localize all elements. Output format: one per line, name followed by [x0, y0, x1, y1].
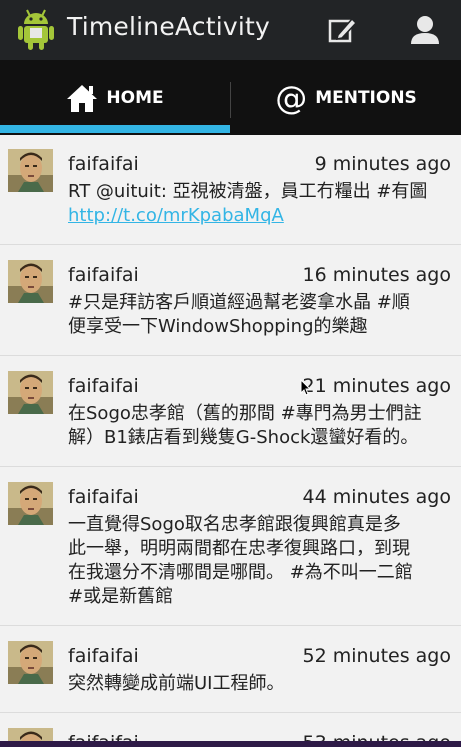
avatar: [8, 482, 53, 525]
tweet-text: RT @uituit: 亞視被清盤，員工冇糧出 #有圖 http://t.co/…: [68, 180, 461, 230]
tweet-username: faifaifai: [68, 264, 139, 286]
avatar: [8, 371, 53, 414]
tab-mentions-label: MENTIONS: [315, 87, 417, 108]
tweet-text: 一直覺得Sogo取名忠孝館跟復興館真是多 此一舉，明明兩間都在忠孝復興路口，到現…: [68, 514, 413, 607]
tweet-text-body: RT @uituit: 亞視被清盤，員工冇糧出 #有圖: [68, 181, 428, 202]
tweet-text: 突然轉變成前端UI工程師。: [68, 673, 285, 694]
at-icon: @: [275, 78, 308, 117]
tweet-row[interactable]: faifaifai 21 minutes ago 在Sogo忠孝館（舊的那間 #…: [0, 356, 461, 467]
tab-home[interactable]: HOME: [0, 60, 230, 135]
tweet-row[interactable]: faifaifai 9 minutes ago RT @uituit: 亞視被清…: [0, 135, 461, 245]
timeline-list[interactable]: faifaifai 9 minutes ago RT @uituit: 亞視被清…: [0, 135, 461, 747]
avatar: [8, 641, 53, 684]
home-icon: [66, 83, 98, 113]
tweet-username: faifaifai: [68, 375, 139, 397]
tweet-time: 44 minutes ago: [302, 486, 452, 508]
tweet-text: #只是拜訪客戶順道經過幫老婆拿水晶 #順 便享受一下WindowShopping…: [68, 292, 410, 337]
compose-icon[interactable]: [322, 10, 362, 50]
tweet-row[interactable]: faifaifai 52 minutes ago 突然轉變成前端UI工程師。: [0, 626, 461, 713]
tab-bar: HOME @ MENTIONS: [0, 60, 461, 135]
tweet-text: 在Sogo忠孝館（舊的那間 #專門為男士們註 解）B1錶店看到幾隻G-Shock…: [68, 403, 422, 448]
tweet-time: 16 minutes ago: [302, 264, 452, 286]
selected-tab-indicator: [0, 125, 230, 133]
tweet-time: 52 minutes ago: [302, 645, 452, 667]
profile-icon[interactable]: [405, 10, 445, 50]
tweet-time: 21 minutes ago: [302, 375, 452, 397]
tweet-username: faifaifai: [68, 153, 139, 175]
tweet-row[interactable]: faifaifai 16 minutes ago #只是拜訪客戶順道經過幫老婆拿…: [0, 245, 461, 356]
tab-mentions[interactable]: @ MENTIONS: [231, 60, 461, 135]
action-bar: TimelineActivity: [0, 0, 461, 60]
tweet-link[interactable]: http://t.co/mrKpabaMqA: [68, 204, 461, 228]
tweet-row[interactable]: faifaifai 44 minutes ago 一直覺得Sogo取名忠孝館跟復…: [0, 467, 461, 626]
avatar: [8, 149, 53, 192]
avatar: [8, 260, 53, 303]
app-title: TimelineActivity: [67, 12, 270, 41]
tweet-time: 9 minutes ago: [314, 153, 451, 175]
mouse-cursor-icon: [300, 379, 312, 396]
tweet-username: faifaifai: [68, 645, 139, 667]
tab-home-label: HOME: [106, 87, 164, 108]
tweet-username: faifaifai: [68, 486, 139, 508]
bottom-edge: [0, 741, 461, 747]
android-icon[interactable]: [18, 8, 54, 50]
